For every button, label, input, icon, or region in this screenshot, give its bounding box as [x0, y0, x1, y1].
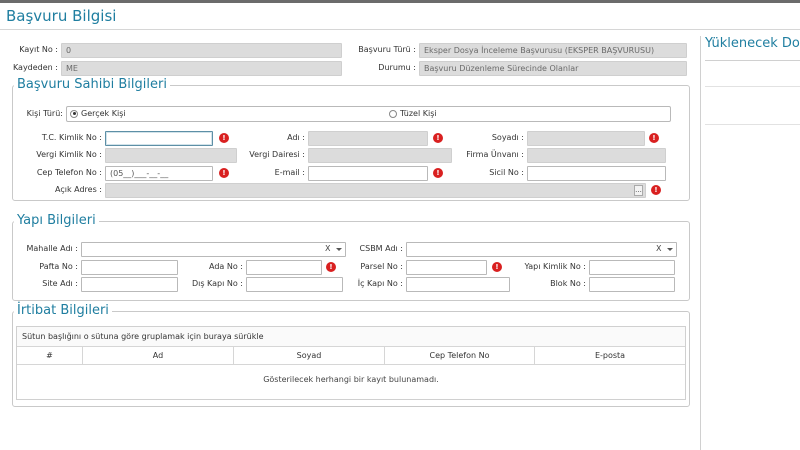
- mahalle-label: Mahalle Adı :: [26, 244, 78, 253]
- durumu-label: Durumu :: [378, 63, 416, 72]
- basvuru-turu-field: Eksper Dosya İnceleme Başvurusu (EKSPER …: [419, 43, 687, 58]
- kaydeden-field: ME: [61, 61, 342, 76]
- email-label: E-mail :: [274, 168, 305, 177]
- column-header-cep-telefon[interactable]: Cep Telefon No: [385, 347, 535, 365]
- vergi-dairesi-field: [308, 148, 452, 163]
- adi-label: Adı :: [287, 133, 305, 142]
- firma-unvani-label: Firma Ünvanı :: [466, 150, 524, 159]
- cep-telefon-warning-icon: !: [219, 168, 229, 178]
- ada-no-label: Ada No :: [209, 262, 243, 271]
- tc-kimlik-input[interactable]: [105, 131, 213, 146]
- adres-picker-button[interactable]: ...: [634, 185, 643, 196]
- adi-warning-icon: !: [433, 133, 443, 143]
- site-adi-label: Site Adı :: [42, 279, 78, 288]
- radio-selected-icon: [70, 109, 78, 118]
- mahalle-chevron-down-icon[interactable]: [336, 248, 342, 251]
- ada-no-input[interactable]: [246, 260, 322, 275]
- csbm-label: CSBM Adı :: [359, 244, 403, 253]
- cep-telefon-label: Cep Telefon No :: [36, 168, 102, 177]
- gercek-kisi-label: Gerçek Kişi: [81, 109, 126, 118]
- column-header-soyad[interactable]: Soyad: [234, 347, 385, 365]
- ada-no-warning-icon: !: [326, 262, 336, 272]
- yapi-kimlik-no-input[interactable]: [589, 260, 675, 275]
- acik-adres-label: Açık Adres :: [55, 185, 102, 194]
- tc-kimlik-label: T.C. Kimlik No :: [41, 133, 102, 142]
- top-border: [0, 0, 800, 3]
- yapi-bilgileri-legend: Yapı Bilgileri: [14, 213, 99, 228]
- radio-tuzel-kisi[interactable]: Tüzel Kişi: [389, 107, 437, 121]
- dis-kapi-no-input[interactable]: [246, 277, 343, 292]
- durumu-field: Başvuru Düzenleme Sürecinde Olanlar: [419, 61, 687, 76]
- kayit-no-field: 0: [61, 43, 342, 58]
- uploads-row-divider: [705, 124, 800, 125]
- vergi-dairesi-label: Vergi Dairesi :: [249, 150, 305, 159]
- tc-kimlik-warning-icon: !: [219, 133, 229, 143]
- uploads-divider: [705, 60, 800, 61]
- adi-field: [308, 131, 428, 146]
- mahalle-clear-button[interactable]: X: [325, 244, 330, 253]
- irtibat-bilgileri-legend: İrtibat Bilgileri: [14, 303, 112, 318]
- radio-gercek-kisi[interactable]: Gerçek Kişi: [70, 107, 126, 121]
- soyadi-label: Soyadı :: [491, 133, 524, 142]
- firma-unvani-field: [527, 148, 666, 163]
- uploads-panel-title: Yüklenecek Do: [705, 36, 800, 51]
- grid-header-row: # Ad Soyad Cep Telefon No E-posta: [17, 347, 685, 365]
- sicil-no-input[interactable]: [527, 166, 666, 181]
- column-header-ad[interactable]: Ad: [83, 347, 234, 365]
- uploads-panel: Yüklenecek Do: [700, 36, 800, 450]
- csbm-clear-button[interactable]: X: [656, 244, 661, 253]
- column-header-eposta[interactable]: E-posta: [535, 347, 685, 365]
- site-adi-input[interactable]: [81, 277, 178, 292]
- pafta-no-label: Pafta No :: [39, 262, 78, 271]
- basvuru-turu-label: Başvuru Türü :: [358, 45, 416, 54]
- soyadi-field: [527, 131, 645, 146]
- blok-no-input[interactable]: [589, 277, 675, 292]
- acik-adres-warning-icon: !: [651, 185, 661, 195]
- blok-no-label: Blok No :: [550, 279, 586, 288]
- csbm-chevron-down-icon[interactable]: [667, 248, 673, 251]
- sicil-no-label: Sicil No :: [489, 168, 524, 177]
- page-title: Başvuru Bilgisi: [6, 7, 117, 25]
- radio-unselected-icon: [389, 109, 397, 118]
- column-header-index[interactable]: #: [17, 347, 83, 365]
- group-drop-area[interactable]: Sütun başlığını o sütuna göre gruplamak …: [17, 327, 685, 347]
- yapi-kimlik-no-label: Yapı Kimlik No :: [524, 262, 586, 271]
- acik-adres-field: [105, 183, 646, 198]
- cep-telefon-input[interactable]: (05__)___-__-__: [105, 166, 213, 181]
- basvuru-sahibi-legend: Başvuru Sahibi Bilgileri: [14, 77, 170, 92]
- parsel-no-input[interactable]: [406, 260, 487, 275]
- parsel-no-warning-icon: !: [492, 262, 502, 272]
- tuzel-kisi-label: Tüzel Kişi: [400, 109, 437, 118]
- kisi-turu-label: Kişi Türü:: [26, 109, 63, 118]
- parsel-no-label: Parsel No :: [360, 262, 403, 271]
- vergi-kimlik-field: [105, 148, 237, 163]
- kaydeden-label: Kaydeden :: [12, 63, 58, 72]
- email-warning-icon: !: [433, 168, 443, 178]
- ic-kapi-no-input[interactable]: [406, 277, 510, 292]
- mahalle-select[interactable]: [81, 242, 346, 257]
- dis-kapi-no-label: Dış Kapı No :: [191, 279, 243, 288]
- csbm-select[interactable]: [406, 242, 677, 257]
- vergi-kimlik-label: Vergi Kimlik No :: [36, 150, 102, 159]
- kisi-turu-group: [66, 106, 671, 122]
- title-divider: [0, 29, 800, 30]
- soyadi-warning-icon: !: [649, 133, 659, 143]
- pafta-no-input[interactable]: [81, 260, 178, 275]
- kayit-no-label: Kayıt No :: [19, 45, 58, 54]
- uploads-row-divider: [705, 86, 800, 87]
- grid-empty-message: Gösterilecek herhangi bir kayıt bulunama…: [263, 375, 439, 384]
- ic-kapi-no-label: İç Kapı No :: [357, 279, 403, 288]
- email-input[interactable]: [308, 166, 428, 181]
- contacts-grid: Sütun başlığını o sütuna göre gruplamak …: [16, 326, 686, 400]
